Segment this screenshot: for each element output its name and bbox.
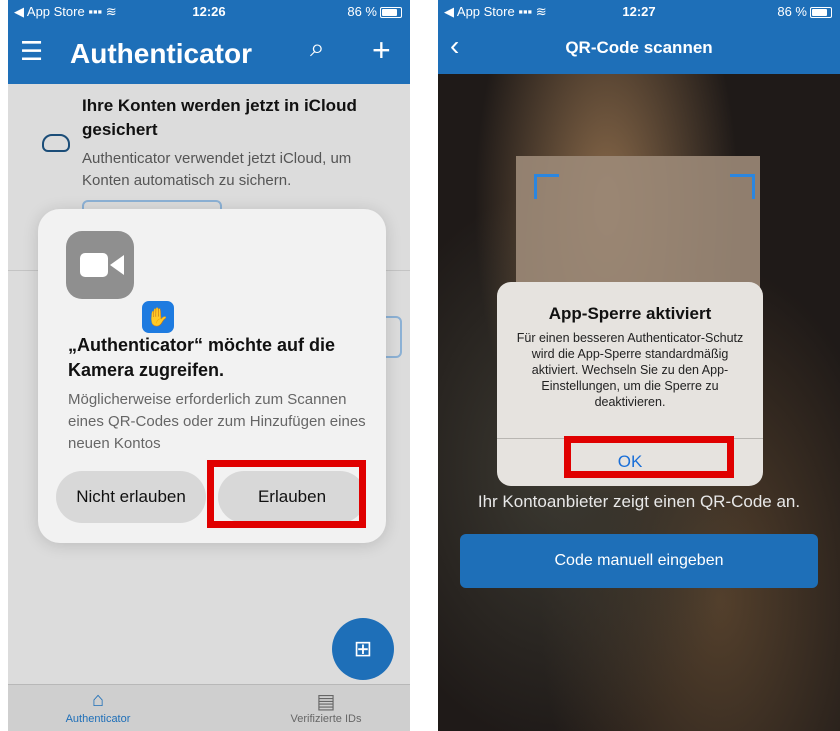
scan-hint: Ihr Kontoanbieter zeigt einen QR-Code an… <box>477 492 801 511</box>
camera-lens-shape <box>110 255 124 275</box>
video-camera-icon <box>80 253 108 277</box>
id-card-icon: ▤ <box>316 691 336 713</box>
dialog-title: „Authenticator“ möchte auf die Kamera zu… <box>68 335 336 380</box>
alert-title: App-Sperre aktiviert <box>548 304 712 323</box>
camera-app-icon: ✋ <box>66 231 176 335</box>
dialog-message: Möglicherweise erforderlich zum Scannen … <box>68 391 366 452</box>
alert-message: Für einen besseren Authenticator-Schutz … <box>516 331 744 409</box>
menu-icon[interactable]: ☰ <box>20 36 43 67</box>
battery-icon <box>380 7 402 19</box>
icloud-banner-text: Authenticator verwendet jetzt iCloud, um… <box>82 150 352 189</box>
qr-code-icon: ⊞ <box>353 636 373 661</box>
add-account-icon[interactable]: + <box>372 32 391 69</box>
camera-permission-dialog: ✋ „Authenticator“ möchte auf die Kamera … <box>38 209 386 543</box>
scan-qr-button[interactable]: ⊞ <box>332 618 394 680</box>
tab-bar: ⌂ Authenticator ▤ Verifizierte IDs <box>8 684 410 731</box>
viewfinder-corner <box>534 174 559 199</box>
scan-header: ‹ QR-Code scannen <box>438 22 840 74</box>
tab-label: Authenticator <box>65 713 131 725</box>
hand-icon: ✋ <box>140 299 176 335</box>
search-icon[interactable]: ⌕ <box>310 32 325 64</box>
status-bar: ◀ App Store ▪▪▪ ≋ 12:26 86 % <box>8 0 410 22</box>
highlight-box <box>564 436 734 478</box>
right-screen: ◀ App Store ▪▪▪ ≋ 12:27 86 % ‹ QR-Code s… <box>438 0 840 731</box>
highlight-box <box>207 460 366 528</box>
app-title: Authenticator <box>70 38 252 69</box>
tab-authenticator[interactable]: ⌂ Authenticator <box>18 689 178 725</box>
app-header: ☰ Authenticator ⌕ + <box>8 22 410 84</box>
left-screen: ◀ App Store ▪▪▪ ≋ 12:26 86 % ☰ Authentic… <box>8 0 410 731</box>
tab-verified-ids[interactable]: ▤ Verifizierte IDs <box>246 689 406 725</box>
battery-icon <box>810 7 832 19</box>
viewfinder-corner <box>730 174 755 199</box>
page-title: QR-Code scannen <box>565 38 713 57</box>
icloud-banner-title: Ihre Konten werden jetzt in iCloud gesic… <box>82 96 357 139</box>
enter-code-manually-button[interactable]: Code manuell eingeben <box>460 534 818 588</box>
status-bar: ◀ App Store ▪▪▪ ≋ 12:27 86 % <box>438 0 840 22</box>
tab-label: Verifizierte IDs <box>290 713 362 725</box>
deny-button[interactable]: Nicht erlauben <box>56 471 206 523</box>
home-icon: ⌂ <box>91 689 105 711</box>
cloud-icon <box>42 134 70 152</box>
battery-indicator: 86 % <box>777 4 832 19</box>
battery-indicator: 86 % <box>347 4 402 19</box>
